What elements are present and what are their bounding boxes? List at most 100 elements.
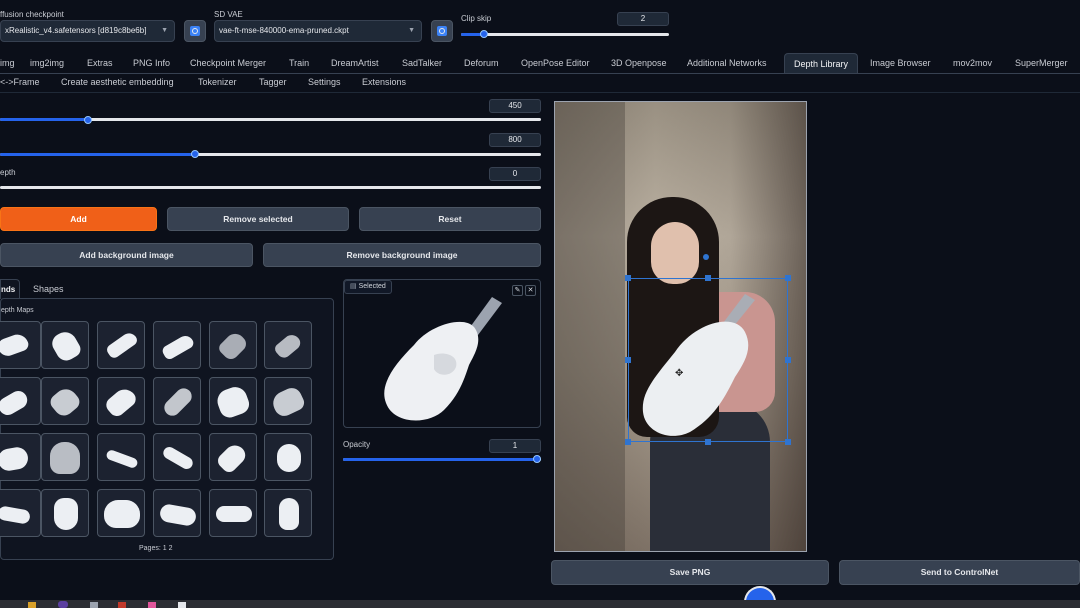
hand-thumbnail[interactable] [264, 321, 312, 369]
tab-mov2mov[interactable]: mov2mov [953, 53, 992, 73]
app-icon[interactable] [90, 602, 98, 608]
depth-maps-panel: epth Maps Pages: 1 2 [0, 298, 334, 560]
hand-thumbnail[interactable] [97, 321, 145, 369]
height-input[interactable]: 800 [489, 133, 541, 147]
resize-handle[interactable] [705, 275, 711, 281]
resize-handle[interactable] [705, 439, 711, 445]
tab-shapes[interactable]: Shapes [33, 284, 64, 294]
tab-checkpoint-merger[interactable]: Checkpoint Merger [190, 53, 266, 73]
resize-handle[interactable] [785, 275, 791, 281]
checkpoint-label: ffusion checkpoint [0, 10, 64, 19]
hand-thumbnail[interactable] [264, 433, 312, 481]
hand-thumbnail[interactable] [41, 377, 89, 425]
hand-thumbnail[interactable] [153, 321, 201, 369]
tab-tokenizer[interactable]: Tokenizer [198, 77, 237, 87]
hand-thumbnail[interactable] [0, 489, 41, 537]
subtab-divider [0, 92, 1080, 93]
checkpoint-dropdown[interactable]: xRealistic_v4.safetensors [d819c8be6b] ▼ [0, 20, 175, 42]
hand-thumbnail[interactable] [0, 321, 41, 369]
hand-thumbnail[interactable] [209, 433, 257, 481]
tab-hands[interactable]: nds [0, 279, 20, 299]
app-icon[interactable] [148, 602, 156, 608]
hand-thumbnail[interactable] [0, 377, 41, 425]
vae-value: vae-ft-mse-840000-ema-pruned.ckpt [219, 26, 349, 35]
width-input[interactable]: 450 [489, 99, 541, 113]
tab-extras[interactable]: Extras [87, 53, 113, 73]
tab-3d-openpose[interactable]: 3D Openpose [611, 53, 667, 73]
rotate-handle[interactable] [703, 254, 709, 260]
resize-handle[interactable] [785, 357, 791, 363]
hand-thumbnail[interactable] [209, 489, 257, 537]
tab-settings[interactable]: Settings [308, 77, 341, 87]
depth-slider-track[interactable] [0, 186, 541, 189]
clip-skip-slider-track[interactable] [461, 33, 669, 36]
edit-icon[interactable]: ✎ [512, 285, 523, 296]
app-icon[interactable] [118, 602, 126, 608]
vae-dropdown[interactable]: vae-ft-mse-840000-ema-pruned.ckpt ▼ [214, 20, 422, 42]
tab-extensions[interactable]: Extensions [362, 77, 406, 87]
tab-png-info[interactable]: PNG Info [133, 53, 170, 73]
remove-background-button[interactable]: Remove background image [263, 243, 541, 267]
clip-skip-slider-thumb[interactable] [480, 30, 488, 38]
hand-thumbnail[interactable] [97, 377, 145, 425]
chevron-down-icon: ▼ [408, 27, 415, 34]
close-icon[interactable]: ✕ [525, 285, 536, 296]
refresh-vae-button[interactable] [431, 20, 453, 42]
depth-label: epth [0, 168, 16, 177]
opacity-slider-thumb[interactable] [533, 455, 541, 463]
clip-skip-input[interactable]: 2 [617, 12, 669, 26]
tab-depth-library[interactable]: Depth Library [784, 53, 859, 73]
opacity-input[interactable]: 1 [489, 439, 541, 453]
canvas-shadow [555, 102, 625, 551]
move-icon[interactable]: ✥ [675, 368, 683, 379]
figure-face [651, 222, 699, 284]
height-slider-thumb[interactable] [191, 150, 199, 158]
tab-frame[interactable]: <->Frame [0, 77, 40, 87]
hand-thumbnail[interactable] [153, 433, 201, 481]
tab-tagger[interactable]: Tagger [259, 77, 287, 87]
add-button[interactable]: Add [0, 207, 157, 231]
tab-txt2img[interactable]: img [0, 53, 15, 73]
hand-thumbnail[interactable] [41, 433, 89, 481]
height-slider-fill [0, 153, 196, 156]
resize-handle[interactable] [625, 439, 631, 445]
hand-thumbnail[interactable] [97, 433, 145, 481]
tab-create-aesthetic-embedding[interactable]: Create aesthetic embedding [61, 77, 174, 87]
hand-thumbnail[interactable] [264, 377, 312, 425]
hand-thumbnail[interactable] [41, 321, 89, 369]
tab-sadtalker[interactable]: SadTalker [402, 53, 442, 73]
tab-additional-networks[interactable]: Additional Networks [687, 53, 767, 73]
depth-input[interactable]: 0 [489, 167, 541, 181]
pagination[interactable]: Pages: 1 2 [139, 545, 172, 552]
resize-handle[interactable] [625, 275, 631, 281]
tab-train[interactable]: Train [289, 53, 309, 73]
add-background-button[interactable]: Add background image [0, 243, 253, 267]
tab-image-browser[interactable]: Image Browser [870, 53, 931, 73]
resize-handle[interactable] [785, 439, 791, 445]
resize-handle[interactable] [625, 357, 631, 363]
app-icon[interactable] [178, 602, 186, 608]
hand-thumbnail[interactable] [209, 377, 257, 425]
placed-hand-depth-map[interactable] [635, 282, 795, 442]
tab-dreamartist[interactable]: DreamArtist [331, 53, 379, 73]
hand-thumbnail[interactable] [41, 489, 89, 537]
send-to-controlnet-button[interactable]: Send to ControlNet [839, 560, 1080, 585]
hand-thumbnail[interactable] [0, 433, 41, 481]
save-png-button[interactable]: Save PNG [551, 560, 829, 585]
tab-openpose-editor[interactable]: OpenPose Editor [521, 53, 590, 73]
hand-thumbnail[interactable] [97, 489, 145, 537]
folder-icon[interactable] [28, 602, 36, 608]
hand-thumbnail[interactable] [209, 321, 257, 369]
hand-thumbnail[interactable] [153, 489, 201, 537]
width-slider-thumb[interactable] [84, 116, 92, 124]
tab-deforum[interactable]: Deforum [464, 53, 499, 73]
remove-selected-button[interactable]: Remove selected [167, 207, 349, 231]
browser-icon[interactable] [58, 601, 68, 608]
editor-canvas[interactable]: ✥ [554, 101, 807, 552]
refresh-checkpoint-button[interactable] [184, 20, 206, 42]
hand-thumbnail[interactable] [153, 377, 201, 425]
hand-thumbnail[interactable] [264, 489, 312, 537]
tab-img2img[interactable]: img2img [30, 53, 64, 73]
tab-supermerger[interactable]: SuperMerger [1015, 53, 1068, 73]
reset-button[interactable]: Reset [359, 207, 541, 231]
